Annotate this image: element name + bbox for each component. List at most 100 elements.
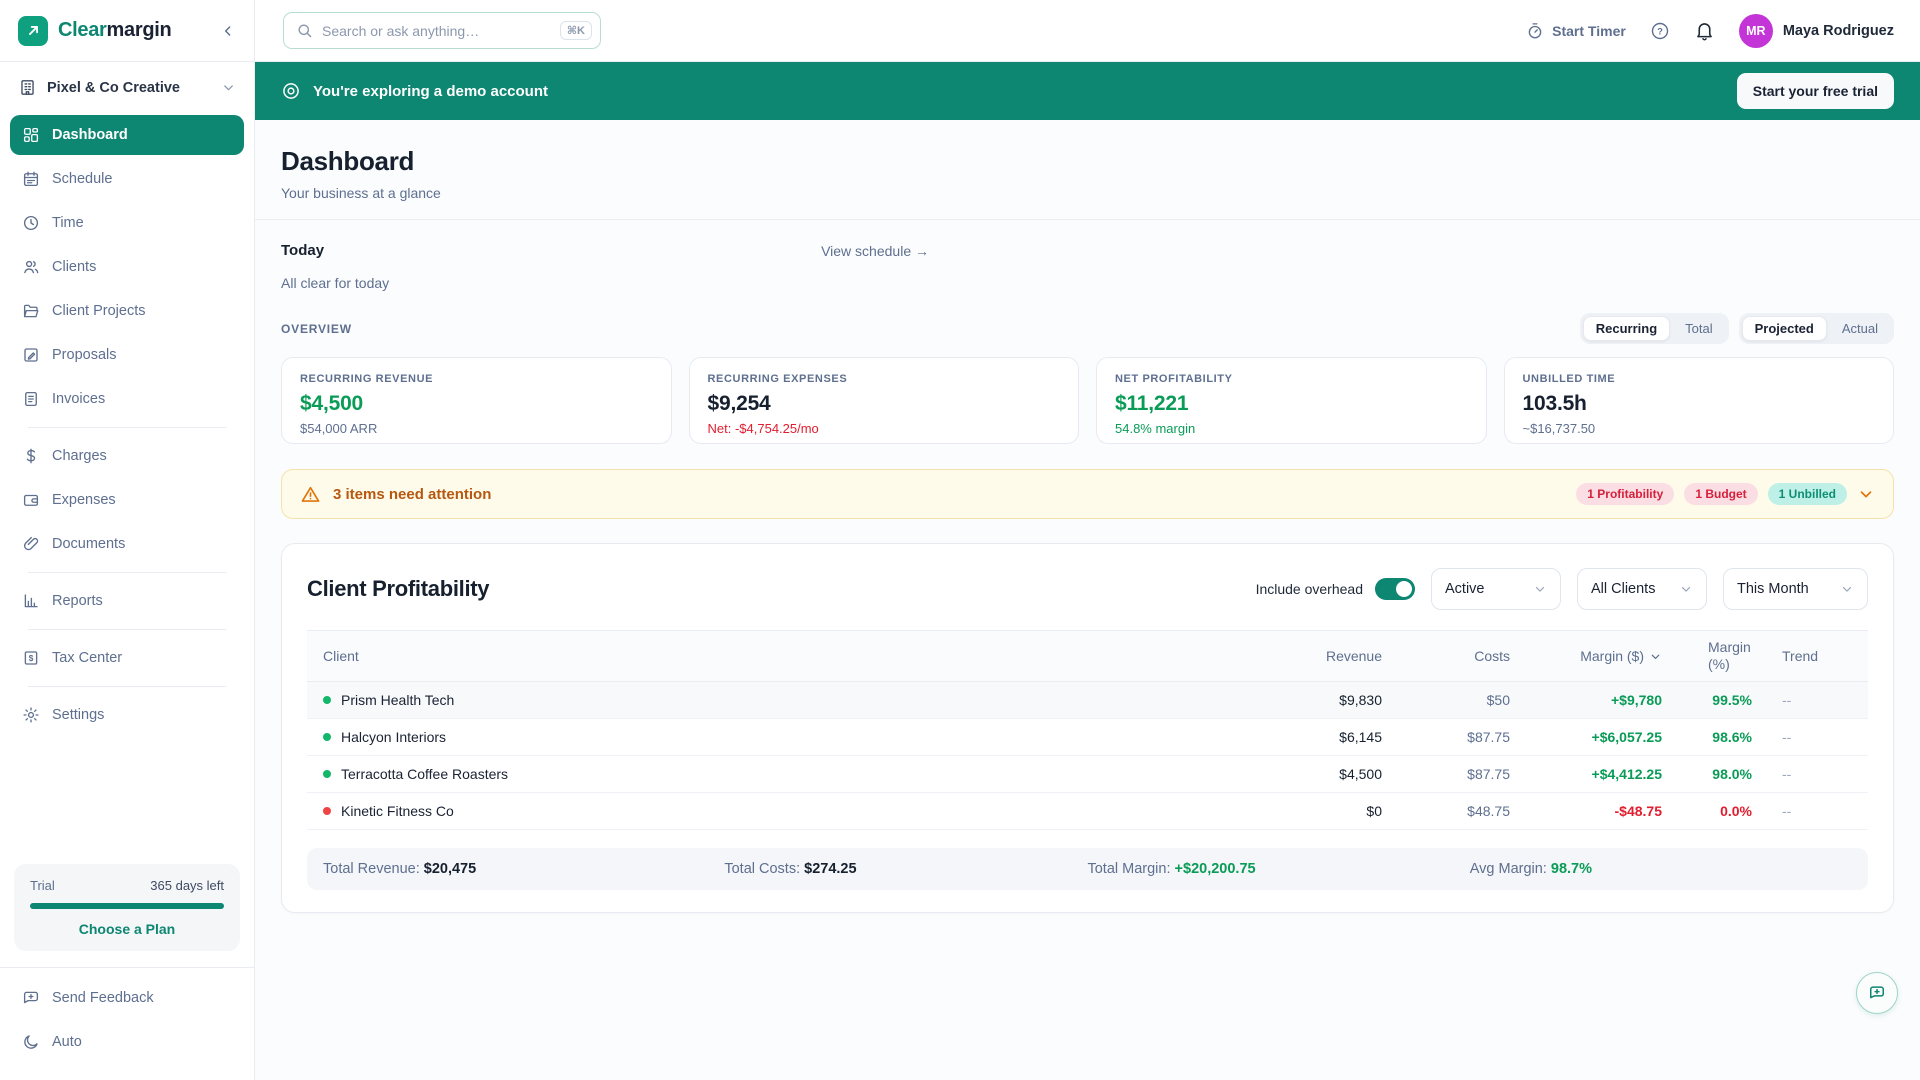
building-icon	[21, 80, 34, 95]
users-icon	[24, 260, 39, 274]
sidebar-bottom: Trial 365 days left Choose a Plan Send F…	[0, 864, 254, 1080]
feedback-fab-button[interactable]	[1856, 972, 1898, 1014]
paperclip-icon	[23, 536, 39, 551]
app-title: Clearmargin	[58, 19, 172, 41]
start-timer-button[interactable]: Start Timer	[1526, 22, 1626, 40]
dashboard-icon	[23, 127, 39, 143]
include-overhead-label: Include overhead	[1255, 581, 1363, 597]
app-root: Clearmargin Pixel & Co Creative Dashboar…	[0, 0, 1920, 1080]
overview-cards: RECURRING REVENUE $4,500 $54,000 ARR REC…	[281, 357, 1894, 444]
sidebar-item-time[interactable]: Time	[10, 203, 244, 243]
svg-text:?: ?	[1657, 26, 1663, 36]
attention-badges: 1 Profitability 1 Budget 1 Unbilled	[1576, 483, 1875, 505]
warning-icon	[301, 486, 320, 502]
sidebar-header: Clearmargin	[0, 0, 254, 62]
attention-banner[interactable]: 3 items need attention 1 Profitability 1…	[281, 469, 1894, 519]
chevron-down-icon	[221, 80, 236, 95]
theme-auto-button[interactable]: Auto	[10, 1022, 244, 1062]
global-search[interactable]: ⌘K	[283, 12, 601, 49]
feedback-icon	[23, 991, 39, 1004]
page-subtitle: Your business at a glance	[281, 185, 441, 201]
sidebar-item-invoices[interactable]: Invoices	[10, 379, 244, 419]
trial-label: Trial	[30, 878, 55, 893]
sidebar-footer: Send Feedback Auto	[0, 967, 254, 1070]
divider	[28, 686, 226, 687]
chevron-down-icon	[1679, 582, 1693, 596]
app-logo[interactable]: Clearmargin	[18, 15, 220, 46]
notifications-bell-icon[interactable]	[1694, 20, 1715, 41]
logo-icon	[18, 15, 48, 46]
stat-card-recurring-revenue: RECURRING REVENUE $4,500 $54,000 ARR	[281, 357, 672, 444]
folder-icon	[23, 304, 39, 318]
attention-message: 3 items need attention	[333, 485, 492, 503]
profitability-controls: Include overhead Active All Clients This…	[1256, 568, 1868, 610]
search-input[interactable]	[322, 22, 551, 39]
demo-banner: You're exploring a demo account Start yo…	[255, 62, 1920, 120]
moon-icon	[24, 1035, 38, 1049]
totals-bar: Total Revenue: $20,475 Total Costs: $274…	[307, 848, 1868, 890]
sidebar-collapse-icon[interactable]	[220, 23, 236, 39]
topbar: ⌘K Start Timer ? MR Maya Rodriguez	[255, 0, 1920, 62]
table-row[interactable]: Halcyon Interiors $6,145 $87.75 +$6,057.…	[307, 719, 1868, 756]
help-icon[interactable]: ?	[1650, 21, 1670, 41]
sidebar-item-expenses[interactable]: Expenses	[10, 480, 244, 520]
workspace-selector[interactable]: Pixel & Co Creative	[0, 62, 254, 111]
period-filter-select[interactable]: This Month	[1723, 568, 1868, 610]
tax-receipt-icon: $	[24, 651, 38, 665]
today-title: Today	[281, 242, 325, 259]
sidebar-item-settings[interactable]: Settings	[10, 695, 244, 735]
toggle-option-recurring[interactable]: Recurring	[1582, 316, 1671, 341]
view-schedule-link[interactable]: View schedule →	[821, 243, 929, 259]
table-row[interactable]: Terracotta Coffee Roasters $4,500 $87.75…	[307, 756, 1868, 793]
send-feedback-button[interactable]: Send Feedback	[10, 978, 244, 1018]
stat-card-recurring-expenses: RECURRING EXPENSES $9,254 Net: -$4,754.2…	[688, 357, 1079, 444]
proposal-pen-icon	[24, 348, 38, 362]
badge-profitability[interactable]: 1 Profitability	[1576, 483, 1675, 505]
gear-icon	[23, 707, 39, 723]
table-row[interactable]: Kinetic Fitness Co $0 $48.75 -$48.75 0.0…	[307, 793, 1868, 830]
stat-card-net-profitability: NET PROFITABILITY $11,221 54.8% margin	[1096, 357, 1487, 444]
total-costs: Total Costs: $274.25	[724, 861, 857, 877]
projected-actual-toggle: Projected Actual	[1738, 313, 1894, 344]
col-margin-sort[interactable]: Margin ($)	[1520, 642, 1672, 670]
toggle-option-actual[interactable]: Actual	[1829, 316, 1891, 341]
sidebar-item-tax-center[interactable]: $ Tax Center	[10, 638, 244, 678]
col-trend: Trend	[1782, 648, 1819, 664]
user-menu[interactable]: MR Maya Rodriguez	[1738, 13, 1894, 48]
sidebar-item-documents[interactable]: Documents	[10, 524, 244, 564]
start-free-trial-button[interactable]: Start your free trial	[1736, 73, 1894, 109]
toggle-option-projected[interactable]: Projected	[1741, 316, 1827, 341]
sidebar-item-client-projects[interactable]: Client Projects	[10, 291, 244, 331]
wallet-icon	[23, 494, 39, 506]
demo-banner-message: You're exploring a demo account	[313, 82, 548, 100]
status-filter-select[interactable]: Active	[1431, 568, 1561, 610]
table-row[interactable]: Prism Health Tech $9,830 $50 +$9,780 99.…	[307, 682, 1868, 719]
sidebar-item-reports[interactable]: Reports	[10, 581, 244, 621]
status-dot	[323, 696, 331, 704]
bar-chart-icon	[24, 594, 38, 608]
calendar-icon	[23, 171, 39, 187]
sidebar-item-clients[interactable]: Clients	[10, 247, 244, 287]
dollar-icon	[26, 448, 36, 464]
topbar-actions: Start Timer ? MR Maya Rodriguez	[1526, 13, 1894, 48]
client-filter-select[interactable]: All Clients	[1577, 568, 1707, 610]
sidebar-item-proposals[interactable]: Proposals	[10, 335, 244, 375]
table-header-row: Client Revenue Costs Margin ($) Margin (…	[307, 630, 1868, 682]
sidebar-item-schedule[interactable]: Schedule	[10, 159, 244, 199]
toggle-option-total[interactable]: Total	[1672, 316, 1725, 341]
eye-target-icon	[283, 83, 299, 99]
badge-budget[interactable]: 1 Budget	[1684, 483, 1758, 505]
col-revenue: Revenue	[1325, 648, 1382, 664]
choose-plan-link[interactable]: Choose a Plan	[30, 921, 224, 937]
clock-icon	[23, 215, 39, 231]
stat-card-unbilled-time: UNBILLED TIME 103.5h ~$16,737.50	[1503, 357, 1894, 444]
sidebar-item-charges[interactable]: Charges	[10, 436, 244, 476]
include-overhead-toggle[interactable]	[1375, 578, 1415, 600]
sidebar-item-dashboard[interactable]: Dashboard	[10, 115, 244, 155]
badge-unbilled[interactable]: 1 Unbilled	[1767, 483, 1847, 505]
status-dot	[323, 807, 331, 815]
col-margin-pct: Margin (%)	[1708, 638, 1751, 673]
status-dot	[323, 770, 331, 778]
attention-expand-chevron-icon[interactable]	[1857, 485, 1875, 503]
invoice-icon	[25, 391, 37, 407]
